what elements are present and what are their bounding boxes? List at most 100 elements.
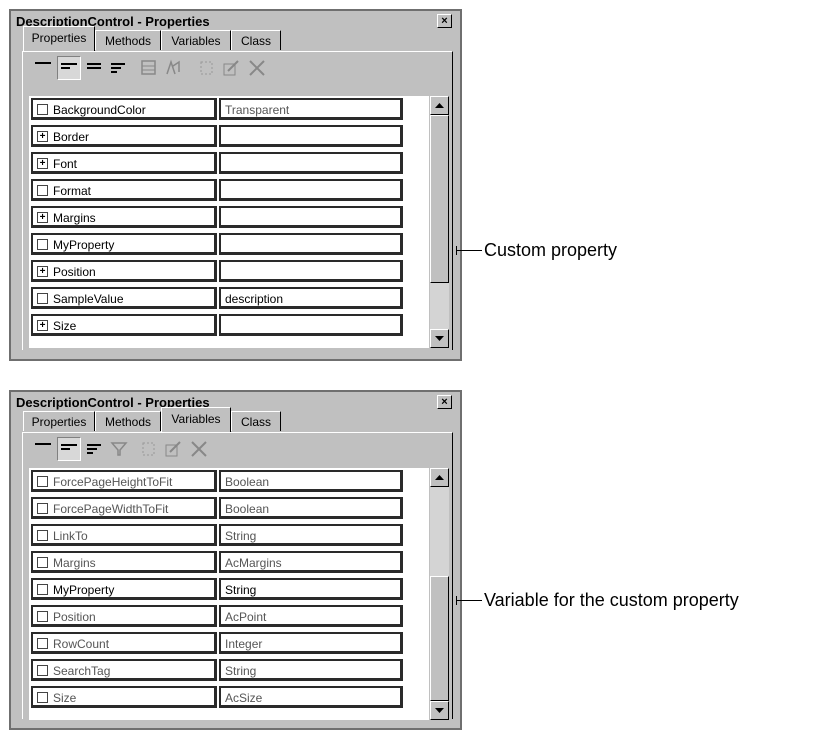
filter-button[interactable]	[161, 56, 185, 80]
tab-methods[interactable]: Methods	[95, 30, 161, 50]
table-row[interactable]: Format	[29, 177, 421, 203]
scroll-down-button[interactable]	[430, 329, 449, 348]
name-cell[interactable]: + Font	[31, 152, 217, 174]
table-row[interactable]: BackgroundColor Transparent	[29, 96, 421, 122]
checkbox-icon[interactable]	[37, 239, 48, 250]
checkbox-icon[interactable]	[37, 185, 48, 196]
table-row[interactable]: + Position	[29, 258, 421, 284]
value-cell[interactable]	[219, 125, 403, 147]
table-row[interactable]: LinkTo String	[29, 522, 421, 548]
table-row[interactable]: + Size	[29, 312, 421, 338]
type-cell[interactable]: AcPoint	[219, 605, 403, 627]
checkbox-icon[interactable]	[37, 638, 48, 649]
table-row[interactable]: SearchTag String	[29, 657, 421, 683]
table-row[interactable]: SampleValue description	[29, 285, 421, 311]
type-cell[interactable]: String	[219, 524, 403, 546]
name-cell[interactable]: ForcePageWidthToFit	[31, 497, 217, 519]
tab-variables[interactable]: Variables	[161, 407, 231, 432]
value-cell[interactable]	[219, 314, 403, 336]
name-cell[interactable]: Size	[31, 686, 217, 708]
checkbox-icon[interactable]	[37, 293, 48, 304]
type-cell[interactable]: AcMargins	[219, 551, 403, 573]
edit-button[interactable]	[219, 56, 243, 80]
name-cell[interactable]: MyProperty	[31, 578, 217, 600]
type-cell[interactable]: AcSize	[219, 686, 403, 708]
checkbox-icon[interactable]	[37, 611, 48, 622]
name-cell[interactable]: BackgroundColor	[31, 98, 217, 120]
table-row[interactable]: Size AcSize	[29, 684, 421, 710]
name-cell[interactable]: ForcePageHeightToFit	[31, 470, 217, 492]
value-cell[interactable]	[219, 260, 403, 282]
table-row[interactable]: MyProperty	[29, 231, 421, 257]
name-cell[interactable]: SearchTag	[31, 659, 217, 681]
checkbox-icon[interactable]	[37, 476, 48, 487]
delete-button[interactable]	[187, 437, 211, 461]
checkbox-icon[interactable]	[37, 665, 48, 676]
filter-button[interactable]	[107, 437, 131, 461]
expand-plus-icon[interactable]: +	[37, 158, 48, 169]
type-cell[interactable]: Integer	[219, 632, 403, 654]
expand-plus-icon[interactable]: +	[37, 266, 48, 277]
value-cell[interactable]	[219, 206, 403, 228]
type-cell[interactable]: String	[219, 659, 403, 681]
name-cell[interactable]: + Size	[31, 314, 217, 336]
expand-plus-icon[interactable]: +	[37, 320, 48, 331]
checkbox-icon[interactable]	[37, 104, 48, 115]
scroll-up-button[interactable]	[430, 468, 449, 487]
tab-class[interactable]: Class	[231, 411, 281, 431]
name-cell[interactable]: + Position	[31, 260, 217, 282]
type-cell[interactable]: String	[219, 578, 403, 600]
align-center-button[interactable]	[83, 56, 107, 80]
name-cell[interactable]: + Border	[31, 125, 217, 147]
vertical-scrollbar[interactable]	[430, 96, 449, 348]
close-button[interactable]: ×	[437, 395, 452, 409]
checkbox-icon[interactable]	[37, 503, 48, 514]
value-cell[interactable]: Transparent	[219, 98, 403, 120]
tab-properties[interactable]: Properties	[23, 26, 95, 51]
table-row[interactable]: MyProperty String	[29, 576, 421, 602]
table-row[interactable]: + Border	[29, 123, 421, 149]
align-left-button[interactable]	[57, 56, 81, 80]
no-align-button[interactable]	[31, 56, 55, 80]
align-left-button[interactable]	[57, 437, 81, 461]
tab-variables[interactable]: Variables	[161, 30, 231, 50]
delete-button[interactable]	[245, 56, 269, 80]
name-cell[interactable]: + Margins	[31, 206, 217, 228]
name-cell[interactable]: LinkTo	[31, 524, 217, 546]
scroll-thumb[interactable]	[430, 576, 449, 701]
checkbox-icon[interactable]	[37, 584, 48, 595]
tab-properties[interactable]: Properties	[23, 411, 95, 431]
edit-button[interactable]	[161, 437, 185, 461]
close-button[interactable]: ×	[437, 14, 452, 28]
sort-button[interactable]	[137, 56, 161, 80]
checkbox-icon[interactable]	[37, 692, 48, 703]
new-button[interactable]	[195, 56, 219, 80]
no-align-button[interactable]	[31, 437, 55, 461]
name-cell[interactable]: Position	[31, 605, 217, 627]
name-cell[interactable]: MyProperty	[31, 233, 217, 255]
new-button[interactable]	[137, 437, 161, 461]
vertical-scrollbar[interactable]	[430, 468, 449, 720]
scroll-up-button[interactable]	[430, 96, 449, 115]
table-row[interactable]: + Margins	[29, 204, 421, 230]
value-cell[interactable]: description	[219, 287, 403, 309]
name-cell[interactable]: Margins	[31, 551, 217, 573]
align-right-button[interactable]	[107, 56, 131, 80]
checkbox-icon[interactable]	[37, 530, 48, 541]
align-stack-button[interactable]	[83, 437, 107, 461]
table-row[interactable]: Position AcPoint	[29, 603, 421, 629]
table-row[interactable]: Margins AcMargins	[29, 549, 421, 575]
expand-plus-icon[interactable]: +	[37, 212, 48, 223]
table-row[interactable]: + Font	[29, 150, 421, 176]
table-row[interactable]: ForcePageWidthToFit Boolean	[29, 495, 421, 521]
name-cell[interactable]: Format	[31, 179, 217, 201]
name-cell[interactable]: SampleValue	[31, 287, 217, 309]
tab-class[interactable]: Class	[231, 30, 281, 50]
scroll-thumb[interactable]	[430, 115, 449, 283]
expand-plus-icon[interactable]: +	[37, 131, 48, 142]
name-cell[interactable]: RowCount	[31, 632, 217, 654]
checkbox-icon[interactable]	[37, 557, 48, 568]
value-cell[interactable]	[219, 233, 403, 255]
scroll-down-button[interactable]	[430, 701, 449, 720]
value-cell[interactable]	[219, 179, 403, 201]
